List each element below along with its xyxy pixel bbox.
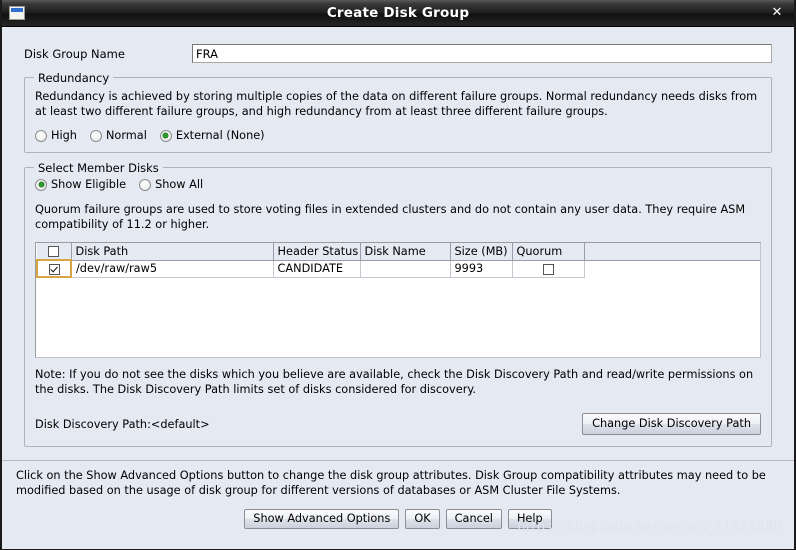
- ok-button[interactable]: OK: [405, 509, 440, 529]
- disk-group-name-label: Disk Group Name: [24, 46, 125, 61]
- radio-normal[interactable]: Normal: [89, 129, 147, 142]
- radio-high-label: High: [51, 129, 77, 142]
- disk-discovery-path-label: Disk Discovery Path:<default>: [35, 417, 210, 431]
- window-title: Create Disk Group: [326, 5, 470, 21]
- row-select-cell[interactable]: [36, 259, 72, 278]
- dialog-content: Disk Group Name Redundancy Redundancy is…: [2, 27, 794, 549]
- disk-filter-radio-group: Show Eligible Show All: [35, 178, 761, 191]
- disks-table: Disk Path Header Status Disk Name Size (…: [36, 243, 760, 278]
- footer-button-bar: Show Advanced Options OK Cancel Help: [2, 509, 794, 529]
- disk-group-name-input[interactable]: [192, 44, 772, 63]
- table-row[interactable]: /dev/raw/raw5 CANDIDATE 9993: [36, 259, 760, 278]
- radio-icon: [159, 129, 172, 142]
- show-advanced-options-button[interactable]: Show Advanced Options: [244, 509, 400, 529]
- close-icon[interactable]: ✕: [769, 5, 785, 21]
- radio-show-eligible[interactable]: Show Eligible: [35, 178, 126, 191]
- cell-filler: [584, 260, 760, 277]
- footer-description: Click on the Show Advanced Options butto…: [16, 469, 766, 497]
- cell-disk-path: /dev/raw/raw5: [71, 260, 274, 278]
- radio-icon: [35, 129, 47, 142]
- header-header-status[interactable]: Header Status: [273, 243, 361, 261]
- radio-icon: [139, 178, 152, 191]
- header-quorum[interactable]: Quorum: [512, 243, 585, 261]
- radio-show-all-label: Show All: [155, 178, 204, 191]
- header-filler: [584, 243, 760, 261]
- radio-icon: [89, 129, 102, 142]
- table-header-row: Disk Path Header Status Disk Name Size (…: [37, 243, 760, 261]
- change-disk-discovery-path-button[interactable]: Change Disk Discovery Path: [582, 413, 761, 435]
- cell-disk-name: [360, 260, 451, 278]
- checkbox-icon[interactable]: [48, 246, 60, 257]
- redundancy-legend: Redundancy: [34, 71, 114, 85]
- checkbox-icon[interactable]: [48, 263, 60, 275]
- radio-high[interactable]: High: [35, 129, 77, 142]
- redundancy-group: Redundancy Redundancy is achieved by sto…: [24, 71, 772, 153]
- cell-size-mb: 9993: [450, 260, 513, 278]
- title-bar: Create Disk Group ✕: [2, 0, 794, 27]
- disks-table-scrollpane[interactable]: Disk Path Header Status Disk Name Size (…: [35, 242, 761, 358]
- window-icon: [9, 6, 25, 20]
- redundancy-description: Redundancy is achieved by storing multip…: [35, 90, 758, 118]
- header-select-all-cell[interactable]: [37, 243, 72, 261]
- checkbox-icon[interactable]: [542, 263, 554, 275]
- header-disk-path[interactable]: Disk Path: [71, 243, 274, 261]
- cancel-button[interactable]: Cancel: [445, 509, 502, 529]
- select-member-disks-legend: Select Member Disks: [34, 161, 163, 175]
- disk-discovery-row: Disk Discovery Path:<default> Change Dis…: [35, 413, 761, 435]
- header-size-mb[interactable]: Size (MB): [450, 243, 513, 261]
- create-disk-group-dialog: Create Disk Group ✕ Disk Group Name Redu…: [0, 0, 796, 550]
- select-member-disks-group: Select Member Disks Show Eligible Show A…: [24, 161, 772, 447]
- disk-discovery-note: Note: If you do not see the disks which …: [35, 368, 754, 396]
- header-disk-name[interactable]: Disk Name: [360, 243, 451, 261]
- help-button[interactable]: Help: [507, 509, 552, 529]
- radio-icon: [35, 178, 47, 191]
- disk-group-name-row: Disk Group Name: [2, 27, 794, 63]
- radio-normal-label: Normal: [105, 129, 147, 142]
- redundancy-radio-group: High Normal External (None): [35, 129, 761, 142]
- cell-quorum[interactable]: [512, 260, 585, 278]
- quorum-description: Quorum failure groups are used to store …: [35, 203, 746, 231]
- radio-show-eligible-label: Show Eligible: [51, 178, 127, 191]
- radio-external-none[interactable]: External (None): [159, 129, 265, 142]
- cell-header-status: CANDIDATE: [273, 260, 361, 278]
- radio-external-none-label: External (None): [175, 129, 265, 142]
- radio-show-all[interactable]: Show All: [139, 178, 203, 191]
